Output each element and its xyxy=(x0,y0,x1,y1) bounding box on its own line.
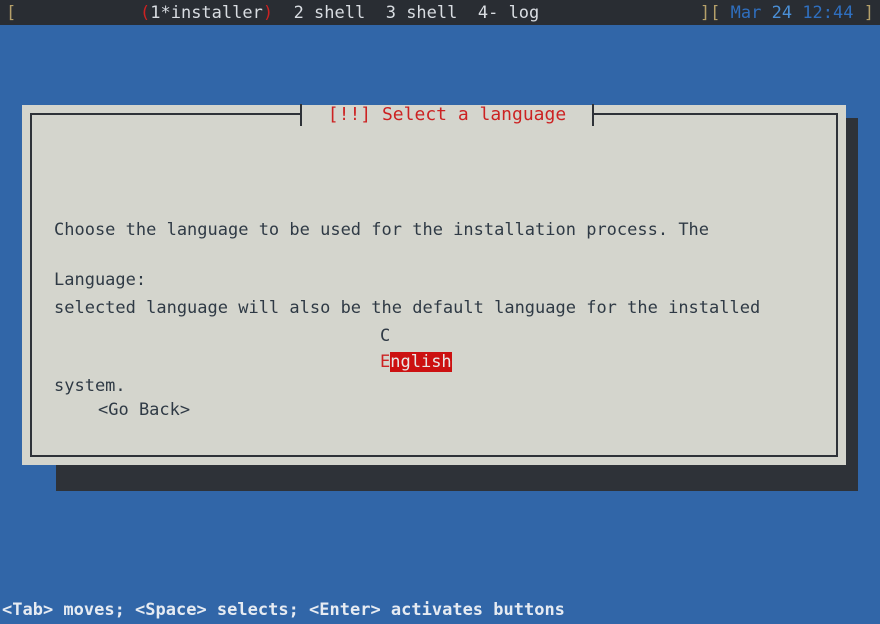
status-bar-clock: ][ Mar 24 12:44 ] xyxy=(700,3,874,23)
dialog-title: [!!] Select a language xyxy=(327,104,567,125)
language-option-english-hotkey: E xyxy=(380,352,391,372)
clock-month: Mar xyxy=(730,2,762,23)
window-active-close-paren: ) xyxy=(262,2,274,23)
status-bar-end-bracket: ] xyxy=(863,2,874,23)
language-option-c[interactable]: C xyxy=(380,323,452,349)
window-active-open-paren: ( xyxy=(140,2,151,23)
window-item-2-shell[interactable]: 2 shell xyxy=(294,3,366,23)
window-item-installer[interactable]: 1*installer xyxy=(150,3,263,23)
keyboard-hint-bar: <Tab> moves; <Space> selects; <Enter> ac… xyxy=(2,600,565,620)
language-option-english-label: nglish xyxy=(390,352,452,372)
dialog-title-tick-right xyxy=(592,104,594,126)
status-right-close-bracket: ] xyxy=(699,2,711,23)
status-right-open-bracket: [ xyxy=(710,2,721,23)
language-label: Language: xyxy=(54,270,147,290)
language-option-english[interactable]: English xyxy=(380,349,452,375)
clock-day: 24 xyxy=(771,2,793,23)
language-list[interactable]: C English xyxy=(380,323,452,375)
status-bar-left-bracket: [ xyxy=(6,2,17,23)
dialog-body-line-2: selected language will also be the defau… xyxy=(54,298,761,318)
tmux-status-bar: [ (1*installer) 2 shell 3 shell 4- log ]… xyxy=(0,0,880,25)
dialog-frame: [!!] Select a language Choose the langua… xyxy=(30,104,838,457)
status-bar-window-list: (1*installer) 2 shell 3 shell 4- log xyxy=(140,3,539,23)
language-option-c-label: C xyxy=(380,326,391,346)
go-back-button[interactable]: <Go Back> xyxy=(98,400,190,420)
dialog-body-line-3: system. xyxy=(54,376,126,396)
select-language-dialog: [!!] Select a language Choose the langua… xyxy=(22,104,846,465)
window-item-4-log[interactable]: 4- log xyxy=(478,3,539,23)
window-item-3-shell[interactable]: 3 shell xyxy=(386,3,458,23)
dialog-body-line-1: Choose the language to be used for the i… xyxy=(54,220,710,240)
clock-time: 12:44 xyxy=(802,2,854,23)
